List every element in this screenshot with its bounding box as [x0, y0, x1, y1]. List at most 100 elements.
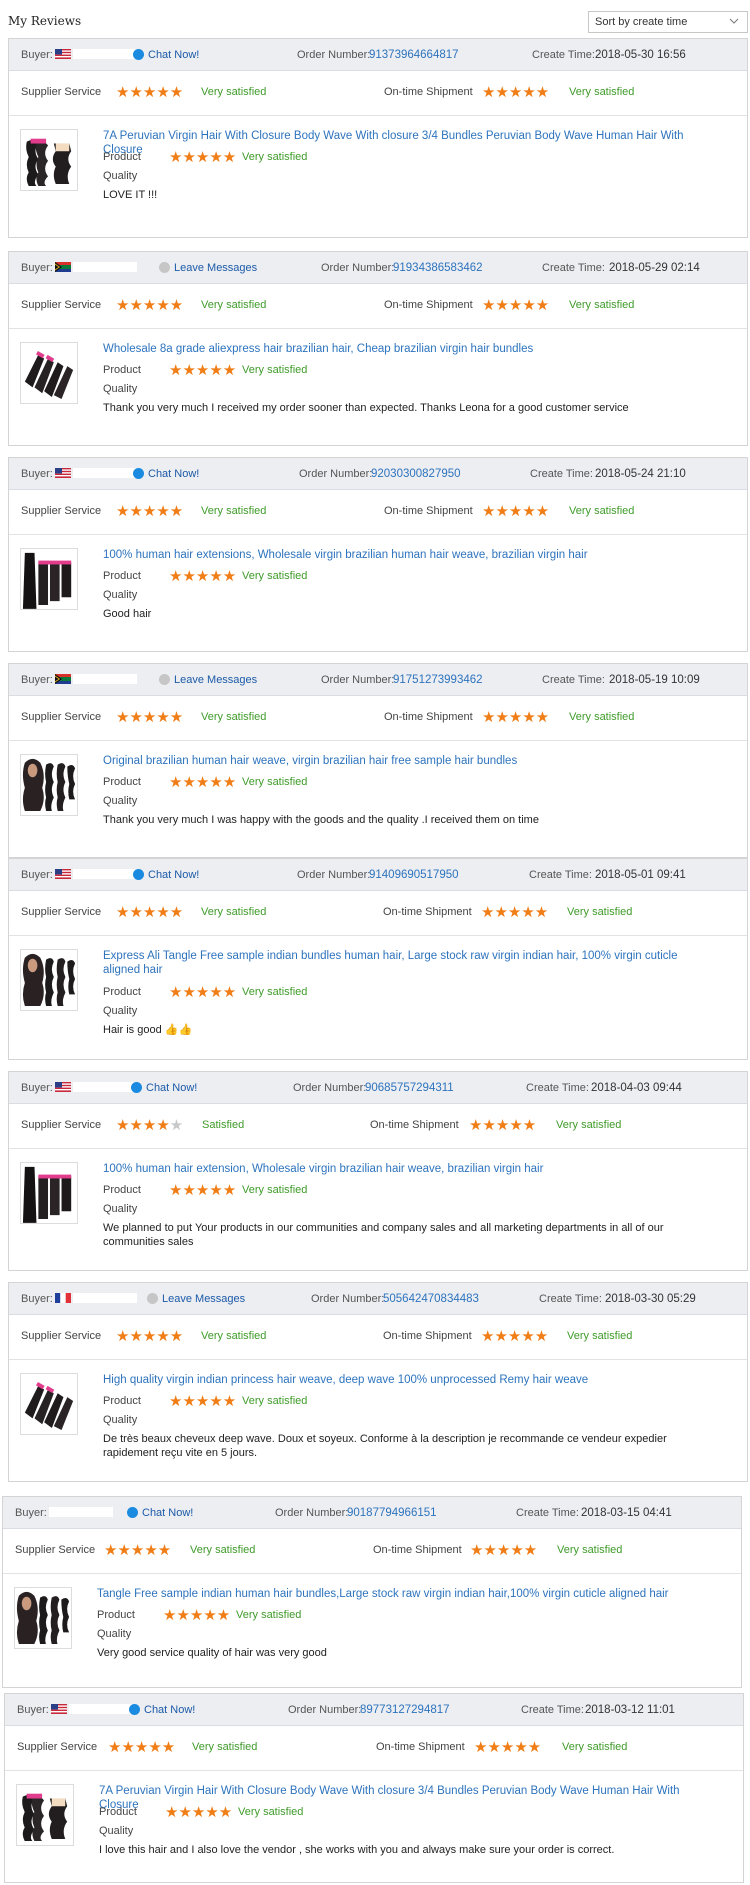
supplier-service-stars: ★★★★★ [116, 1328, 184, 1345]
chat-icon [129, 1704, 140, 1715]
review-body: Wholesale 8a grade aliexpress hair brazi… [9, 329, 747, 429]
on-time-shipment-rating-text: Very satisfied [556, 1119, 622, 1131]
order-number-link[interactable]: 91751273993462 [393, 674, 483, 686]
order-number-label: Order Number: [297, 49, 371, 61]
product-title-link[interactable]: 100% human hair extensions, Wholesale vi… [103, 548, 713, 562]
product-thumbnail[interactable] [20, 754, 78, 816]
service-ratings-row: Supplier Service ★★★★★ Very satisfied On… [9, 490, 747, 535]
on-time-shipment-rating-text: Very satisfied [557, 1544, 623, 1556]
contact-buyer-link[interactable]: Leave Messages [159, 674, 257, 686]
supplier-service-stars: ★★★★★ [116, 709, 184, 726]
create-time-value: 2018-05-24 21:10 [595, 468, 686, 480]
supplier-service-rating-text: Satisfied [202, 1119, 245, 1131]
review-body: Tangle Free sample indian human hair bun… [3, 1574, 741, 1672]
on-time-shipment-stars: ★★★★★ [482, 84, 550, 101]
order-number-label: Order Number: [321, 262, 395, 274]
supplier-service-rating-text: Very satisfied [201, 505, 267, 517]
product-label: Product [103, 570, 141, 582]
supplier-service-rating-text: Very satisfied [201, 86, 267, 98]
buyer-label: Buyer: [21, 262, 137, 274]
order-number-label: Order Number: [288, 1704, 362, 1716]
order-number-link[interactable]: 91409690517950 [369, 869, 459, 881]
review-card: Buyer: Chat Now! Order Number: 897731272… [4, 1693, 744, 1883]
buyer-label: Buyer: [21, 49, 137, 61]
order-number-link[interactable]: 90187794966151 [347, 1507, 437, 1519]
review-card: Buyer: Chat Now! Order Number: 914096905… [8, 858, 748, 1060]
product-label: Product [103, 1184, 141, 1196]
buyer-label: Buyer: [15, 1507, 113, 1519]
product-label: Product [103, 1395, 141, 1407]
contact-buyer-link[interactable]: Chat Now! [133, 49, 199, 61]
contact-buyer-link[interactable]: Chat Now! [127, 1507, 193, 1519]
supplier-service-label: Supplier Service [21, 906, 102, 918]
product-thumbnail[interactable] [20, 949, 78, 1011]
chat-icon [133, 869, 144, 880]
product-thumbnail[interactable] [20, 1162, 78, 1224]
message-icon [159, 674, 170, 685]
on-time-shipment-label: On-time Shipment [384, 711, 473, 723]
quality-label: Quality [103, 383, 138, 395]
product-thumbnail[interactable] [20, 1373, 78, 1435]
product-label: Product [99, 1806, 137, 1818]
product-title-link[interactable]: 100% human hair extension, Wholesale vir… [103, 1162, 713, 1176]
create-time-value: 2018-04-03 09:44 [591, 1082, 682, 1094]
service-ratings-row: Supplier Service ★★★★★ Satisfied On-time… [9, 1104, 747, 1149]
product-title-link[interactable]: Original brazilian human hair weave, vir… [103, 754, 713, 768]
order-number-link[interactable]: 89773127294817 [360, 1704, 450, 1716]
create-time-value: 2018-03-12 11:01 [585, 1704, 675, 1716]
sort-dropdown[interactable]: Sort by create time [588, 11, 748, 33]
supplier-service-rating-text: Very satisfied [192, 1741, 258, 1753]
on-time-shipment-label: On-time Shipment [383, 906, 472, 918]
on-time-shipment-stars: ★★★★★ [474, 1739, 542, 1756]
product-label: Product [97, 1609, 135, 1621]
order-number-link[interactable]: 90685757294311 [365, 1082, 454, 1094]
us-flag-icon [54, 1082, 71, 1092]
chat-icon [133, 468, 144, 479]
on-time-shipment-rating-text: Very satisfied [569, 505, 635, 517]
order-number-link[interactable]: 505642470834483 [383, 1293, 479, 1305]
product-thumbnail[interactable] [16, 1784, 74, 1846]
order-number-link[interactable]: 92030300827950 [371, 468, 461, 480]
product-title-link[interactable]: High quality virgin indian princess hair… [103, 1373, 713, 1387]
review-header: Buyer: Chat Now! Order Number: 897731272… [5, 1694, 743, 1726]
order-number-label: Order Number: [299, 468, 373, 480]
review-comment: LOVE IT !!! [103, 189, 158, 201]
contact-buyer-link[interactable]: Chat Now! [129, 1704, 195, 1716]
product-label: Product [103, 986, 141, 998]
product-title-link[interactable]: Tangle Free sample indian human hair bun… [97, 1587, 707, 1601]
contact-buyer-link[interactable]: Chat Now! [133, 468, 199, 480]
product-stars: ★★★★★ [169, 1182, 237, 1199]
order-number-label: Order Number: [321, 674, 395, 686]
create-time-value: 2018-05-19 10:09 [609, 674, 700, 686]
contact-buyer-link[interactable]: Chat Now! [133, 869, 199, 881]
review-card: Buyer: Leave Messages Order Number: 5056… [8, 1282, 748, 1482]
product-thumbnail[interactable] [20, 129, 78, 191]
order-number-link[interactable]: 91934386583462 [393, 262, 483, 274]
review-card: Buyer: Chat Now! Order Number: 920303008… [8, 457, 748, 652]
contact-buyer-link[interactable]: Leave Messages [159, 262, 257, 274]
create-time-label: Create Time: [526, 1082, 589, 1094]
create-time-label: Create Time: [516, 1507, 579, 1519]
contact-buyer-link[interactable]: Chat Now! [131, 1082, 197, 1094]
service-ratings-row: Supplier Service ★★★★★ Very satisfied On… [9, 696, 747, 741]
buyer-name-redacted [48, 1507, 113, 1517]
order-number-label: Order Number: [297, 869, 371, 881]
product-thumbnail[interactable] [20, 548, 78, 610]
supplier-service-stars: ★★★★★ [104, 1542, 172, 1559]
product-thumbnail[interactable] [20, 342, 78, 404]
service-ratings-row: Supplier Service ★★★★★ Very satisfied On… [9, 1315, 747, 1360]
order-number-link[interactable]: 91373964664817 [369, 49, 459, 61]
buyer-name-redacted [72, 468, 137, 478]
contact-buyer-link[interactable]: Leave Messages [147, 1293, 245, 1305]
on-time-shipment-stars: ★★★★★ [482, 297, 550, 314]
product-title-link[interactable]: Wholesale 8a grade aliexpress hair brazi… [103, 342, 713, 356]
supplier-service-rating-text: Very satisfied [201, 299, 267, 311]
product-thumbnail[interactable] [14, 1587, 72, 1649]
us-flag-icon [54, 869, 71, 879]
supplier-service-label: Supplier Service [21, 711, 102, 723]
on-time-shipment-rating-text: Very satisfied [567, 1330, 633, 1342]
on-time-shipment-stars: ★★★★★ [469, 1117, 537, 1134]
on-time-shipment-rating-text: Very satisfied [567, 906, 633, 918]
supplier-service-rating-text: Very satisfied [190, 1544, 256, 1556]
product-title-link[interactable]: Express Ali Tangle Free sample indian bu… [103, 949, 713, 977]
